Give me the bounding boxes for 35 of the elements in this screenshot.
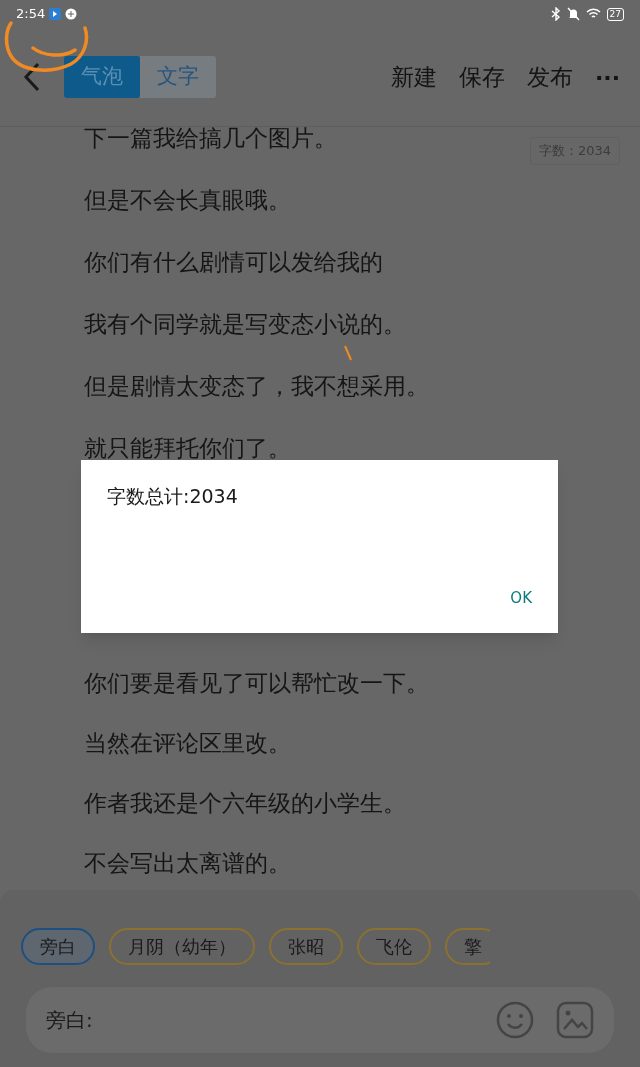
message-input-field[interactable]: 旁白: [46,1005,496,1035]
story-line: 就只能拜托你们了。 [84,434,291,463]
story-line: 下一篇我给搞几个图片。 [84,127,337,153]
dialog-message: 字数总计:2034 [107,484,239,509]
character-chip[interactable]: 旁白 [21,928,95,965]
story-line: 你们要是看见了可以帮忙改一下。 [84,669,429,698]
status-time: 2:54 [16,5,46,24]
app-notification-icon [65,8,78,20]
app-notification-icon [49,8,62,20]
story-line: 你们有什么剧情可以发给我的 [84,248,383,277]
bell-muted-icon [566,7,580,21]
toolbar-action[interactable]: 保存 [458,59,505,95]
toolbar-action[interactable]: 发布 [526,59,573,95]
story-line: 但是不会长真眼哦。 [84,186,291,215]
battery-indicator: 27 [606,7,624,21]
character-chip[interactable]: 月阴（幼年） [109,928,255,965]
ok-button[interactable]: OK [502,582,540,613]
story-line: 但是剧情太变态了，我不想采用。 [84,372,429,401]
mode-tab[interactable]: 气泡 [64,56,140,98]
story-line: 我有个同学就是写变态小说的。 [84,310,406,339]
annotation-stroke-icon [343,345,353,361]
wifi-icon [585,8,601,20]
character-chip[interactable]: 飞伦 [357,928,431,965]
story-line: 不会写出太离谱的。 [84,849,291,878]
character-chip[interactable]: 张昭 [269,928,343,965]
toolbar-action[interactable]: 新建 [390,59,437,95]
character-chip[interactable]: 擎 [445,928,490,965]
emoji-icon[interactable] [496,1001,534,1039]
more-button[interactable]: ··· [594,60,620,94]
story-line: 当然在评论区里改。 [84,729,291,758]
bluetooth-icon [550,7,561,21]
story-line: 作者我还是个六年级的小学生。 [84,789,406,818]
mode-tab[interactable]: 文字 [140,56,216,98]
message-input[interactable]: 旁白: [26,987,614,1053]
image-icon[interactable] [556,1001,594,1039]
